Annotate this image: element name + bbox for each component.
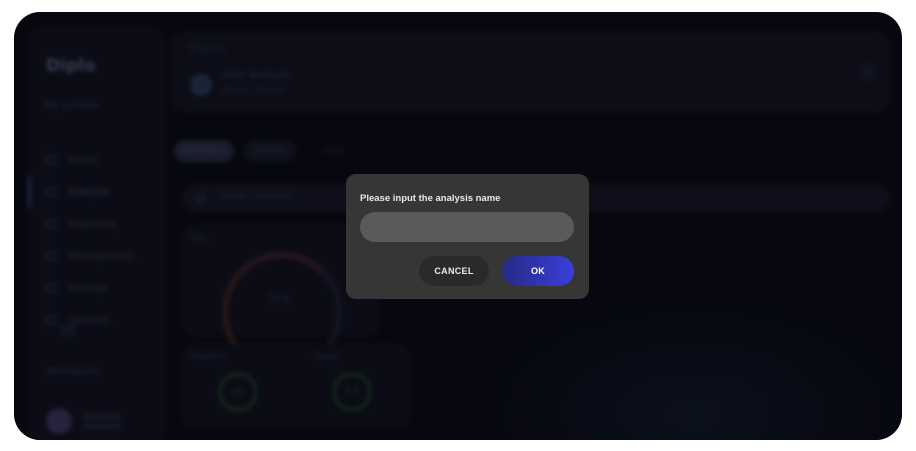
dialog-title: Please input the analysis name [360, 193, 501, 204]
app-window: Diplo My Lumina Home Analysis Reporting [14, 12, 902, 440]
analysis-name-dialog: Please input the analysis name CANCEL OK [346, 174, 589, 299]
ok-button[interactable]: OK [502, 256, 574, 286]
cancel-button[interactable]: CANCEL [419, 256, 489, 286]
analysis-name-input[interactable] [360, 212, 574, 242]
